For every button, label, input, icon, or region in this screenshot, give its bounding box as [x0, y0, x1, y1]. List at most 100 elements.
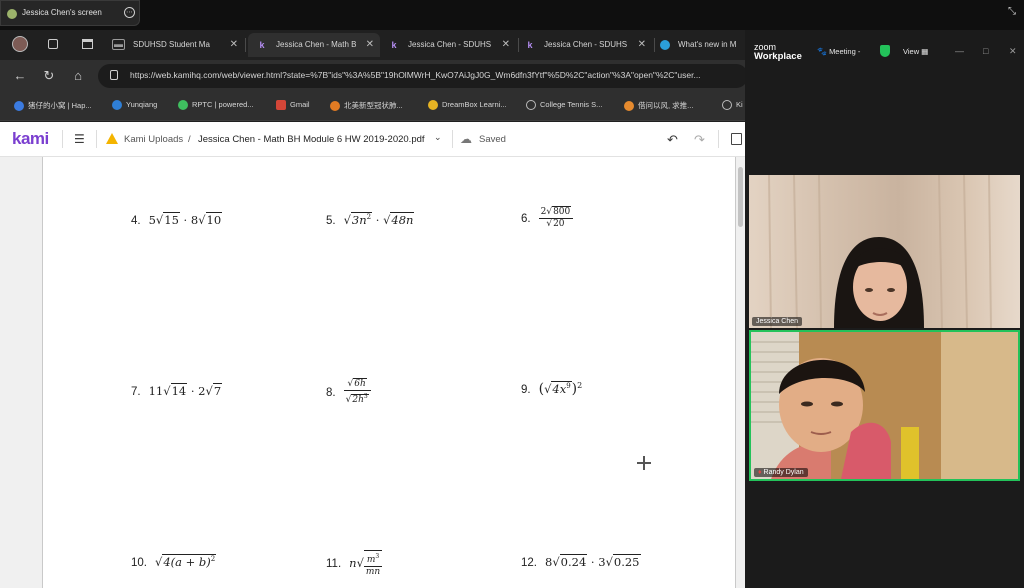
more-icon[interactable]: ⋯ — [124, 7, 135, 18]
coefficient: 5 — [148, 213, 156, 227]
google-drive-icon — [106, 133, 118, 144]
screen-share-indicator[interactable]: Jessica Chen's screen ⋯ — [0, 0, 140, 26]
chevron-down-icon[interactable]: ⌄ — [434, 132, 442, 143]
site-icon — [330, 101, 340, 112]
favorite-label: Ki — [736, 100, 743, 109]
kami-k-icon: k — [259, 39, 265, 50]
favorite-item[interactable]: 北美新型冠状肺... — [330, 100, 403, 112]
favorite-item[interactable]: Yunqiang — [112, 100, 158, 111]
redo-icon[interactable]: ↷ — [694, 132, 705, 148]
shield-icon[interactable] — [880, 45, 890, 57]
operator: · — [183, 213, 188, 227]
denominator: √20 — [546, 218, 566, 229]
kami-k-icon: k — [391, 39, 397, 50]
tab-divider — [654, 38, 655, 52]
toolbar-divider — [718, 130, 719, 148]
favorite-label: Yunqiang — [126, 100, 158, 109]
problem-7: 7. 11√14 · 2√7 — [131, 383, 223, 398]
problem-number: 9. — [521, 384, 531, 396]
kami-logo[interactable]: kami — [12, 129, 49, 149]
problem-number: 10. — [131, 557, 147, 569]
tab-actions-icon[interactable] — [82, 39, 93, 49]
view-button[interactable]: View ▦ — [903, 47, 928, 56]
operator: · — [375, 213, 380, 227]
cloud-check-icon: ☁ — [460, 132, 472, 146]
kami-toolbar: kami ☰ Kami Uploads / Jessica Chen - Mat… — [0, 122, 745, 157]
radicand: 15 — [163, 212, 180, 227]
tab-sduhsd[interactable]: ▬ SDUHSD Student Ma ✕ — [112, 33, 244, 57]
profile-avatar[interactable] — [12, 36, 28, 52]
tab-label: SDUHSD Student Ma — [133, 40, 210, 49]
globe-icon — [722, 100, 732, 111]
tab-sduhs-2[interactable]: k Jessica Chen - SDUHS ✕ — [524, 33, 652, 57]
document-icon: ▬ — [112, 39, 125, 51]
favorite-item[interactable]: 借问以风, 求推... — [624, 100, 693, 112]
breadcrumb-root[interactable]: Kami Uploads — [124, 134, 183, 145]
favorite-item[interactable]: DreamBox Learni... — [428, 100, 507, 111]
radicand-base: 4x — [552, 382, 567, 396]
radicand-base: 6h — [354, 379, 366, 389]
vertical-scrollbar[interactable] — [736, 157, 745, 588]
open-paren: ( — [538, 381, 545, 397]
radicand: 10 — [205, 212, 223, 227]
toolbar-divider — [96, 130, 97, 148]
video-tile-jessica[interactable]: Jessica Chen — [749, 175, 1020, 328]
favorite-item[interactable]: 猪仔的小窝 | Hap... — [14, 100, 92, 112]
radicand: 4x9 — [551, 381, 572, 396]
close-icon[interactable]: ✕ — [366, 33, 374, 57]
gmail-icon — [276, 100, 286, 111]
document-title[interactable]: Jessica Chen - Math BH Module 6 HW 2019-… — [198, 134, 425, 145]
scrollbar-thumb[interactable] — [738, 167, 743, 227]
favorite-item[interactable]: Ki — [722, 100, 743, 111]
close-icon[interactable]: ✕ — [638, 33, 646, 57]
tab-math-b-active[interactable]: k Jessica Chen - Math B ✕ — [248, 33, 380, 57]
problem-5: 5. √3n2 · √48n — [326, 212, 415, 227]
participant-name: Jessica Chen — [752, 317, 803, 326]
minimize-icon[interactable]: — — [955, 46, 964, 56]
tab-sduhs-1[interactable]: k Jessica Chen - SDUHS ✕ — [388, 33, 516, 57]
address-bar-row: ← ↻ ⌂ https://web.kamihq.com/web/viewer.… — [0, 60, 748, 92]
exponent: 3 — [363, 393, 368, 400]
share-label: Jessica Chen's screen — [22, 8, 102, 17]
maximize-icon[interactable]: □ — [983, 46, 988, 56]
numerator: √6h — [343, 378, 371, 391]
favorite-item[interactable]: RPTC | powered... — [178, 100, 254, 111]
favorite-item[interactable]: Gmail — [276, 100, 310, 111]
brand-bottom: Workplace — [754, 51, 802, 62]
lock-icon — [110, 70, 118, 80]
back-icon[interactable]: ← — [12, 68, 28, 84]
tab-whats-new[interactable]: What's new in M — [660, 33, 745, 57]
coefficient: 2 — [540, 207, 547, 217]
fraction: √6h √2h3 — [343, 378, 371, 406]
favorite-item[interactable]: College Tennis S... — [526, 100, 602, 111]
sidebar-toggle-icon[interactable] — [731, 133, 742, 145]
undo-icon[interactable]: ↶ — [667, 132, 678, 148]
radicand-base: 2h — [352, 395, 364, 405]
workspaces-icon[interactable] — [48, 39, 58, 49]
tab-divider — [518, 38, 519, 52]
globe-icon — [526, 100, 536, 111]
home-icon[interactable]: ⌂ — [70, 68, 86, 84]
problem-number: 5. — [326, 215, 336, 227]
url-field[interactable]: https://web.kamihq.com/web/viewer.html?s… — [98, 64, 748, 88]
video-tile-randy[interactable]: ♦ Randy Dylan — [749, 330, 1020, 481]
close-icon[interactable]: ✕ — [1009, 46, 1017, 57]
grid-icon: ▦ — [921, 47, 929, 56]
close-icon[interactable]: ✕ — [502, 33, 510, 57]
minimize-share-icon[interactable]: ⤡ — [1008, 6, 1016, 17]
outline-icon[interactable]: ☰ — [74, 132, 85, 146]
radicand-base: 4(a + b) — [163, 555, 211, 569]
pdf-page[interactable]: 4. 5√15 · 8√10 5. √3n2 · √48n 6. 2√800 √20 7… — [42, 157, 736, 588]
edge-icon — [660, 39, 670, 50]
document-viewer[interactable]: 4. 5√15 · 8√10 5. √3n2 · √48n 6. 2√800 √20 7… — [0, 157, 745, 588]
mic-muted-icon: ♦ — [758, 469, 762, 476]
radicand: 6h — [353, 378, 367, 389]
close-icon[interactable]: ✕ — [230, 33, 238, 57]
tab-bar: ▬ SDUHSD Student Ma ✕ k Jessica Chen - Mat… — [0, 30, 745, 58]
site-icon — [428, 100, 438, 111]
radicand: 48n — [390, 212, 415, 227]
refresh-icon[interactable]: ↻ — [41, 68, 57, 84]
meeting-info-button[interactable]: 🐾 Meeting - — [817, 47, 860, 56]
site-icon — [14, 101, 24, 112]
kami-k-icon: k — [527, 39, 533, 50]
